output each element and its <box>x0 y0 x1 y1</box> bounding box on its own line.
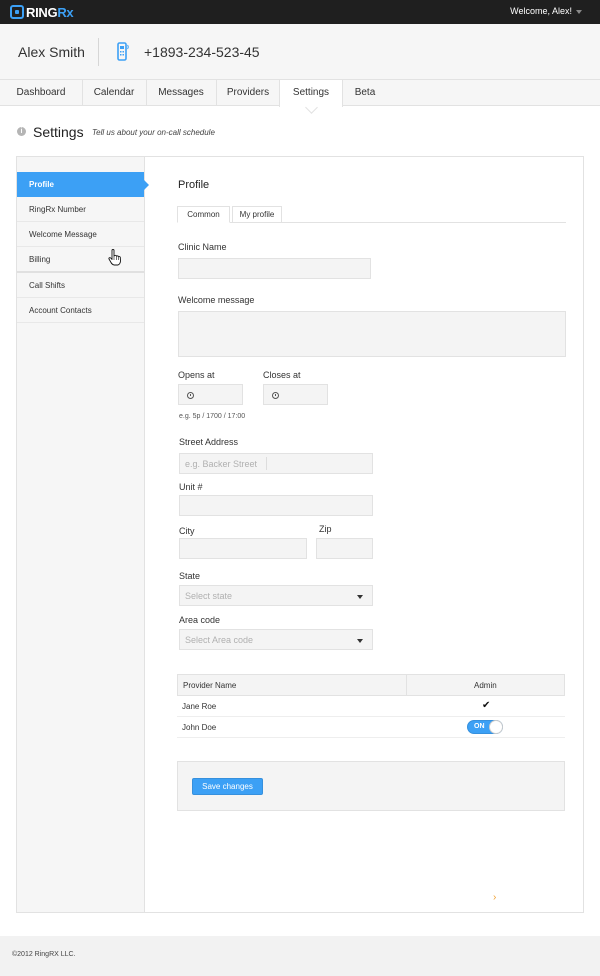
column-divider <box>406 675 407 696</box>
table-row: Jane Roe ✔ <box>177 696 565 717</box>
toggle-label: ON <box>474 723 485 730</box>
profile-subtabs: Common My profile <box>177 206 566 223</box>
chevron-down-icon[interactable] <box>576 10 582 14</box>
chevron-right-icon[interactable]: › <box>493 892 496 903</box>
tab-messages[interactable]: Messages <box>146 80 216 106</box>
opens-at-label: Opens at <box>178 370 215 380</box>
subtab-common[interactable]: Common <box>177 206 230 223</box>
clinic-name-input[interactable] <box>178 258 371 279</box>
welcome-message-label: Welcome message <box>178 295 255 305</box>
tab-settings[interactable]: Settings <box>279 80 343 107</box>
tab-beta[interactable]: Beta <box>343 80 387 106</box>
text-cursor <box>266 457 267 470</box>
admin-toggle[interactable]: ON <box>467 720 503 734</box>
clock-icon <box>187 392 194 399</box>
unit-label: Unit # <box>179 482 203 492</box>
state-select-value: Select state <box>185 591 233 601</box>
info-icon: i <box>17 127 26 136</box>
closes-at-input[interactable] <box>263 384 328 405</box>
tab-providers[interactable]: Providers <box>216 80 280 106</box>
provider-name: John Doe <box>182 723 217 732</box>
toggle-knob[interactable] <box>489 720 503 734</box>
sidebar-item-profile[interactable]: Profile <box>17 172 149 197</box>
logo-icon <box>10 5 24 19</box>
state-select[interactable]: Select state <box>179 585 373 606</box>
tab-dashboard[interactable]: Dashboard <box>0 80 82 106</box>
provider-name: Jane Roe <box>182 702 217 711</box>
phone-number: +1893-234-523-45 <box>144 44 260 60</box>
table-row: John Doe ON <box>177 717 565 738</box>
zip-label: Zip <box>319 524 332 534</box>
welcome-menu[interactable]: Welcome, Alex! <box>510 6 572 16</box>
area-code-select[interactable]: Select Area code <box>179 629 373 650</box>
profile-form: Profile Common My profile Clinic Name We… <box>145 157 583 912</box>
street-address-input[interactable]: e.g. Backer Street <box>179 453 373 474</box>
header-divider <box>98 38 99 66</box>
unit-input[interactable] <box>179 495 373 516</box>
sidebar-item-welcome-message[interactable]: Welcome Message <box>17 222 144 247</box>
area-code-select-value: Select Area code <box>185 635 254 645</box>
column-header-provider-name: Provider Name <box>183 681 237 690</box>
sidebar-item-call-shifts[interactable]: Call Shifts <box>17 273 144 298</box>
logo-text: RINGRx <box>26 4 74 20</box>
settings-panel: Profile RingRx Number Welcome Message Bi… <box>16 156 584 913</box>
clock-icon <box>272 392 279 399</box>
sidebar-item-ringrx-number[interactable]: RingRx Number <box>17 197 144 222</box>
page-title: Settings <box>33 124 84 140</box>
top-bar: RINGRx Welcome, Alex! <box>0 0 600 24</box>
street-address-placeholder: e.g. Backer Street <box>185 459 258 469</box>
closes-at-label: Closes at <box>263 370 301 380</box>
save-changes-button[interactable]: Save changes <box>192 778 263 795</box>
street-address-label: Street Address <box>179 437 239 447</box>
page-subtitle: Tell us about your on-call schedule <box>92 128 215 137</box>
column-header-admin: Admin <box>474 681 497 690</box>
logo[interactable]: RINGRx <box>10 4 74 20</box>
tab-calendar[interactable]: Calendar <box>82 80 146 106</box>
table-header: Provider Name Admin <box>177 674 565 696</box>
time-format-hint: e.g. 5p / 1700 / 17:00 <box>179 413 246 420</box>
state-label: State <box>179 571 201 581</box>
opens-at-input[interactable] <box>178 384 243 405</box>
clinic-name-label: Clinic Name <box>178 242 227 252</box>
sidebar-item-billing[interactable]: Billing <box>17 247 144 273</box>
area-code-label: Area code <box>179 615 221 625</box>
hand-cursor-icon <box>108 249 121 266</box>
zip-input[interactable] <box>316 538 373 559</box>
sidebar-item-account-contacts[interactable]: Account Contacts <box>17 298 144 323</box>
actions-bar: Save changes <box>177 761 565 811</box>
main-nav: Dashboard Calendar Messages Providers Se… <box>0 80 600 107</box>
welcome-message-textarea[interactable] <box>178 311 566 357</box>
providers-table: Provider Name Admin Jane Roe ✔ John Doe … <box>177 674 565 738</box>
section-title: Profile <box>178 179 210 191</box>
subtab-my-profile[interactable]: My profile <box>232 206 282 223</box>
phone-icon <box>117 42 129 61</box>
check-icon[interactable]: ✔ <box>482 700 490 711</box>
settings-sidebar: Profile RingRx Number Welcome Message Bi… <box>17 157 149 912</box>
city-input[interactable] <box>179 538 307 559</box>
user-name: Alex Smith <box>18 44 85 60</box>
city-label: City <box>179 526 195 536</box>
user-header: Alex Smith +1893-234-523-45 <box>0 24 600 80</box>
chevron-down-icon <box>357 595 363 599</box>
chevron-down-icon <box>357 639 363 643</box>
copyright: ©2012 RingRX LLC. <box>12 951 76 958</box>
footer: ©2012 RingRX LLC. <box>0 936 600 976</box>
